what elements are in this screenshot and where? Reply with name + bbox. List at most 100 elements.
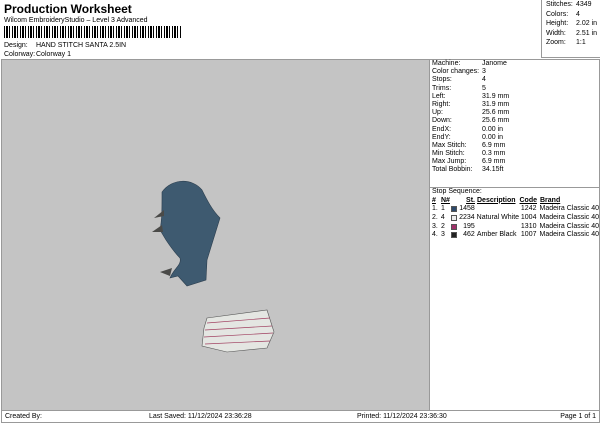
detail-label: Min Stitch: bbox=[432, 150, 465, 158]
summary-row: Width: 2.51 in bbox=[542, 29, 600, 39]
printed-date: Printed: 11/12/2024 23:36:30 bbox=[357, 413, 447, 420]
thread-description bbox=[475, 205, 517, 214]
detail-label: Max Jump: bbox=[432, 158, 467, 166]
stop-index: 2. bbox=[432, 214, 438, 222]
detail-label: Left: bbox=[432, 92, 446, 100]
stop-index: 4. bbox=[432, 231, 438, 239]
summary-label: Zoom: bbox=[546, 39, 566, 47]
thread-description bbox=[475, 223, 517, 232]
design-label: Design: bbox=[4, 42, 28, 49]
detail-value: Janome bbox=[482, 60, 507, 67]
detail-value: 0.00 in bbox=[482, 133, 504, 141]
page-title: Production Worksheet bbox=[4, 2, 132, 16]
stop-row: 3. 2 195 1310 Madeira Classic 40 bbox=[430, 223, 599, 232]
detail-row: Max Stitch: 6.9 mm bbox=[430, 142, 599, 150]
summary-value: 1:1 bbox=[576, 39, 586, 47]
detail-value: 3 bbox=[482, 68, 486, 76]
needle-number: 3 bbox=[440, 231, 445, 239]
detail-value: 6.9 mm bbox=[482, 158, 506, 166]
stop-row: 1. 1 1458 1242 Madeira Classic 40 bbox=[430, 205, 599, 214]
created-by: Created By: bbox=[5, 413, 42, 420]
detail-label: Max Stitch: bbox=[432, 141, 467, 149]
detail-row: EndY: 0.00 in bbox=[430, 134, 599, 142]
summary-label: Width: bbox=[546, 29, 566, 37]
stitch-count: 195 bbox=[463, 222, 475, 230]
col-code: Code bbox=[519, 196, 538, 204]
color-swatch bbox=[450, 206, 457, 213]
thread-brand: Madeira Classic 40 bbox=[539, 205, 600, 213]
detail-row: Total Bobbin: 34.15ft bbox=[430, 166, 599, 174]
thread-brand: Madeira Classic 40 bbox=[539, 231, 600, 239]
stop-index: 1. bbox=[432, 205, 438, 213]
detail-label: Stops: bbox=[432, 76, 452, 84]
col-stitches: St. bbox=[466, 196, 475, 204]
needle-number: 1 bbox=[440, 205, 445, 213]
detail-row: Max Jump: 6.9 mm bbox=[430, 158, 599, 166]
detail-value: 25.6 mm bbox=[482, 109, 510, 117]
page-number: Page 1 of 1 bbox=[560, 413, 596, 420]
summary-label: Height: bbox=[546, 20, 569, 28]
color-swatch bbox=[450, 232, 457, 239]
detail-label: Up: bbox=[432, 109, 443, 117]
summary-value: 2.02 in bbox=[576, 20, 598, 28]
detail-row: Color changes: 3 bbox=[430, 68, 599, 76]
stitch-count: 1458 bbox=[459, 205, 475, 213]
stop-index: 3. bbox=[432, 222, 438, 230]
detail-value: 34.15ft bbox=[482, 166, 504, 174]
detail-label: Total Bobbin: bbox=[432, 166, 473, 174]
detail-value: 0.00 in bbox=[482, 125, 504, 133]
colorway-label: Colorway: bbox=[4, 51, 36, 58]
detail-row: Left: 31.9 mm bbox=[430, 93, 599, 101]
stop-sequence-title: Stop Sequence: bbox=[432, 188, 482, 195]
detail-value: 5 bbox=[482, 84, 486, 92]
summary-row: Height: 2.02 in bbox=[542, 19, 600, 29]
stop-row: 4. 3 462 Amber Black 1007 Madeira Classic 40 bbox=[430, 231, 599, 240]
stop-row: 2. 4 2234 Natural White 1004 Madeira Classic … bbox=[430, 214, 599, 223]
summary-row: Stitches: 4349 bbox=[542, 0, 600, 10]
glove-design bbox=[152, 180, 275, 353]
detail-value: 4 bbox=[482, 76, 486, 84]
detail-label: Machine: bbox=[432, 60, 461, 67]
thread-code: 1004 bbox=[520, 214, 537, 222]
detail-label: Down: bbox=[432, 117, 452, 125]
detail-value: 6.9 mm bbox=[482, 141, 506, 149]
stitch-count: 2234 bbox=[459, 214, 475, 222]
thread-brand: Madeira Classic 40 bbox=[539, 222, 600, 230]
col-index: # bbox=[432, 196, 436, 204]
last-saved: Last Saved: 11/12/2024 23:36:28 bbox=[149, 413, 252, 420]
summary-value: 4 bbox=[576, 10, 580, 18]
barcode bbox=[4, 26, 182, 38]
detail-value: 31.9 mm bbox=[482, 100, 510, 108]
col-brand: Brand bbox=[540, 196, 561, 204]
detail-value: 0.3 mm bbox=[482, 150, 506, 158]
detail-row: EndX: 0.00 in bbox=[430, 126, 599, 134]
col-description: Description bbox=[477, 196, 516, 204]
needle-number: 2 bbox=[440, 222, 445, 230]
thread-description: Natural White bbox=[476, 214, 520, 222]
summary-value: 4349 bbox=[576, 1, 592, 8]
needle-number: 4 bbox=[440, 214, 445, 222]
stop-sequence: Stop Sequence: # N# St. Description Code… bbox=[430, 187, 599, 240]
thread-description: Amber Black bbox=[476, 231, 517, 239]
thread-code: 1310 bbox=[520, 222, 537, 230]
details-panel: Machine: Janome Color changes: 3 Stops: 4 Trim… bbox=[430, 59, 600, 411]
color-swatch bbox=[450, 223, 457, 230]
detail-value: 25.6 mm bbox=[482, 117, 510, 125]
detail-value: 31.9 mm bbox=[482, 92, 510, 100]
summary-value: 2.51 in bbox=[576, 29, 598, 37]
col-needle: N# bbox=[441, 196, 450, 204]
detail-row: Machine: Janome bbox=[430, 60, 599, 68]
detail-label: Color changes: bbox=[432, 68, 480, 76]
detail-row: Trims: 5 bbox=[430, 85, 599, 93]
detail-row: Stops: 4 bbox=[430, 76, 599, 84]
footer: Created By: Last Saved: 11/12/2024 23:36… bbox=[1, 410, 600, 423]
stop-sequence-header: # N# St. Description Code Brand bbox=[430, 197, 599, 206]
thread-code: 1007 bbox=[520, 231, 537, 239]
detail-label: Right: bbox=[432, 100, 451, 108]
summary-box: Stitches: 4349 Colors: 4 Height: 2.02 in Width… bbox=[541, 0, 600, 58]
detail-label: Trims: bbox=[432, 84, 452, 92]
detail-row: Min Stitch: 0.3 mm bbox=[430, 150, 599, 158]
thread-code: 1242 bbox=[520, 205, 537, 213]
thread-brand: Madeira Classic 40 bbox=[539, 214, 599, 222]
detail-row: Up: 25.6 mm bbox=[430, 109, 599, 117]
